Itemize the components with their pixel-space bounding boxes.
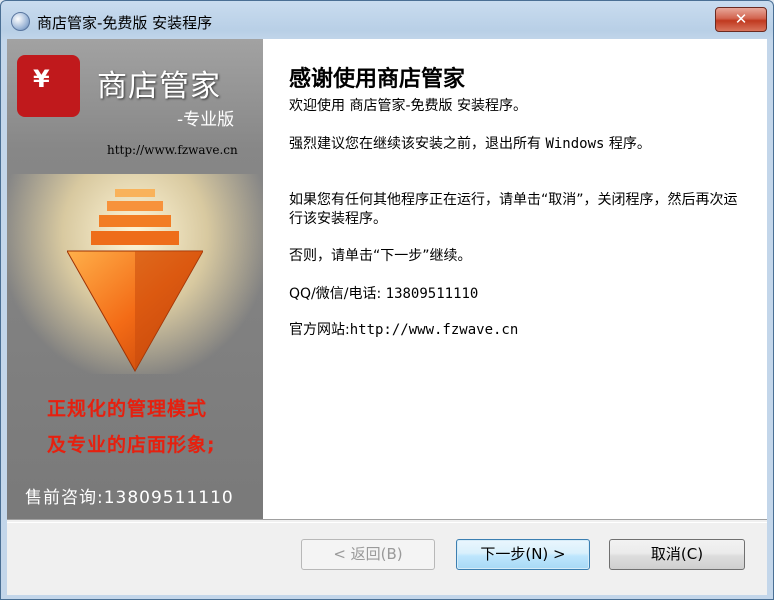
advice-text-post: 程序。: [604, 136, 651, 152]
sidebar-url: http://www.fzwave.cn: [107, 143, 238, 157]
title-bar[interactable]: 商店管家-免费版 安装程序 ✕: [1, 1, 773, 39]
slogan-line-1: 正规化的管理模式: [47, 398, 208, 420]
website-label: 官方网站:: [289, 322, 350, 338]
installer-window: 商店管家-免费版 安装程序 ✕ ¥ 商店管家 -专业版 http://www.f…: [0, 0, 774, 600]
installer-app-icon: [11, 12, 30, 31]
yen-glyph: ¥: [33, 65, 50, 93]
page-title: 感谢使用商店管家: [289, 67, 466, 92]
website-line: 官方网站:http://www.fzwave.cn: [289, 321, 739, 340]
continue-text: 否则，请单击“下一步”继续。: [289, 248, 472, 264]
contact-number: 13809511110: [385, 286, 479, 302]
sidebar-banner: ¥ 商店管家 -专业版 http://www.fzwave.cn 正规化的管理模…: [7, 39, 263, 519]
slogan-line-2: 及专业的店面形象;: [47, 434, 216, 456]
footer-separator: [7, 519, 767, 523]
cancel-button[interactable]: 取消(C): [609, 539, 745, 570]
brand-name: 商店管家: [97, 69, 221, 104]
advice-text: 强烈建议您在继续该安装之前，退出所有 Windows 程序。: [289, 135, 739, 154]
shop-logo-icon: ¥: [17, 55, 80, 117]
website-link[interactable]: http://www.fzwave.cn: [350, 322, 519, 338]
next-button[interactable]: 下一步(N) >: [456, 539, 590, 570]
close-icon: ✕: [734, 10, 748, 28]
contact-line: QQ/微信/电话: 13809511110: [289, 285, 739, 304]
brand-edition: -专业版: [177, 110, 235, 130]
running-programs-text: 如果您有任何其他程序正在运行，请单击“取消”，关闭程序，然后再次运行该安装程序。: [289, 192, 738, 227]
welcome-text: 欢迎使用 商店管家-免费版 安装程序。: [289, 98, 527, 114]
advice-text-pre: 强烈建议您在继续该安装之前，退出所有: [289, 136, 546, 152]
window-title: 商店管家-免费版 安装程序: [37, 14, 213, 32]
sales-hotline: 售前咨询:13809511110: [25, 488, 234, 508]
back-button[interactable]: < 返回(B): [301, 539, 435, 570]
contact-label: QQ/微信/电话:: [289, 286, 386, 302]
advice-text-windows: Windows: [545, 136, 605, 152]
close-button[interactable]: ✕: [715, 7, 767, 32]
welcome-panel: 感谢使用商店管家 欢迎使用 商店管家-免费版 安装程序。 强烈建议您在继续该安装…: [263, 39, 767, 519]
client-area: ¥ 商店管家 -专业版 http://www.fzwave.cn 正规化的管理模…: [7, 39, 767, 595]
down-arrow-icon: [67, 189, 203, 373]
